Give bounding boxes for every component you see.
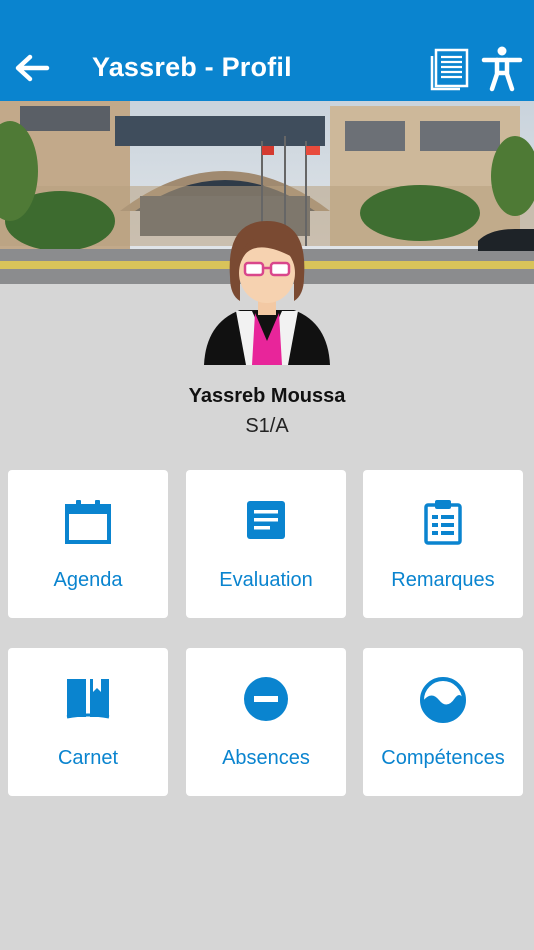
student-avatar-icon	[204, 221, 330, 365]
accessibility-icon	[481, 46, 523, 92]
tile-label: Remarques	[391, 569, 495, 591]
clipboard-icon	[424, 500, 462, 545]
book-icon	[66, 679, 110, 719]
tile-label: Compétences	[381, 747, 505, 769]
calendar-icon	[65, 500, 111, 544]
tile-label: Evaluation	[219, 569, 313, 591]
top-app-bar: Yassreb - Profil	[0, 0, 534, 101]
page-title: Yassreb - Profil	[92, 52, 292, 82]
agenda-tile[interactable]: Agenda	[8, 470, 168, 618]
document-list-icon	[430, 48, 469, 91]
tile-label: Absences	[222, 747, 310, 769]
back-button[interactable]	[12, 50, 52, 86]
document-icon	[247, 501, 285, 539]
evaluation-tile[interactable]: Evaluation	[186, 470, 346, 618]
wave-circle-icon	[420, 677, 466, 723]
student-class: S1/A	[245, 415, 289, 437]
avatar	[200, 215, 334, 367]
remarques-tile[interactable]: Remarques	[363, 470, 523, 618]
absences-tile[interactable]: Absences	[186, 648, 346, 796]
competences-tile[interactable]: Compétences	[363, 648, 523, 796]
student-name: Yassreb Moussa	[188, 385, 346, 407]
minus-circle-icon	[244, 677, 288, 721]
accessibility-button[interactable]	[480, 45, 524, 93]
arrow-left-icon	[15, 54, 50, 82]
carnet-tile[interactable]: Carnet	[8, 648, 168, 796]
tile-label: Carnet	[57, 747, 119, 769]
tile-label: Agenda	[53, 569, 123, 591]
document-list-button[interactable]	[428, 47, 472, 91]
